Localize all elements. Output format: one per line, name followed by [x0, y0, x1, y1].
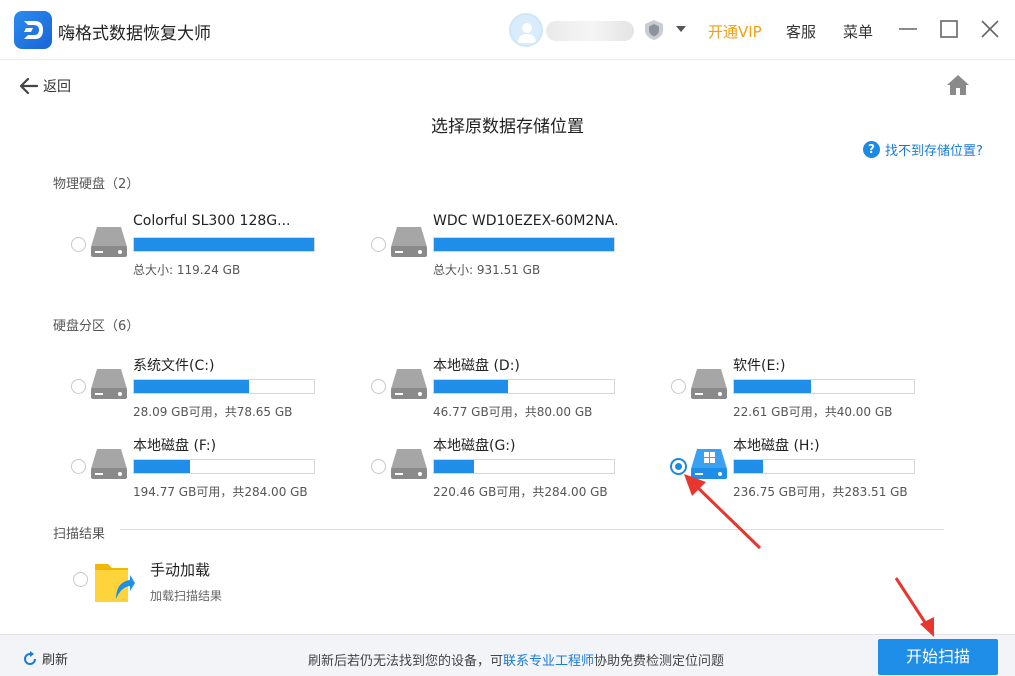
disk-radio[interactable] [371, 379, 386, 394]
hard-drive-icon [89, 367, 129, 401]
disk-capacity-info: 194.77 GB可用，共284.00 GB [133, 485, 308, 499]
scan-results-label: 扫描结果 [53, 527, 106, 542]
hard-drive-icon [389, 447, 429, 481]
disk-capacity-info: 总大小: 119.24 GB [133, 263, 241, 277]
disk-item[interactable]: 本地磁盘 (F:) 194.77 GB可用，共284.00 GB [71, 435, 361, 505]
disk-radio[interactable] [670, 458, 687, 475]
disk-usage-fill [734, 460, 763, 473]
physical-disks-label: 物理硬盘（2） [53, 177, 140, 192]
help-link-label: 找不到存储位置? [885, 143, 983, 159]
disk-name: 系统文件(C:) [133, 358, 215, 374]
hard-drive-icon [389, 367, 429, 401]
disk-radio[interactable] [71, 379, 86, 394]
disk-usage-fill [134, 380, 250, 393]
app-title: 嗨格式数据恢复大师 [58, 24, 211, 44]
disk-usage-fill [734, 380, 812, 393]
disk-item[interactable]: 本地磁盘 (H:) 236.75 GB可用，共283.51 GB [670, 435, 961, 505]
back-button[interactable]: 返回 [20, 76, 71, 96]
refresh-label: 刷新 [42, 653, 69, 668]
disk-usage-bar [433, 379, 615, 394]
disk-usage-fill [434, 460, 474, 473]
close-icon[interactable] [979, 18, 1001, 40]
disk-name: 本地磁盘 (F:) [133, 438, 217, 454]
annotation-arrow-start [894, 577, 934, 637]
refresh-button[interactable]: 刷新 [22, 649, 68, 668]
footer-note: 刷新后若仍无法找到您的设备，可联系专业工程师协助免费检测定位问题 [308, 650, 724, 669]
section-divider [120, 529, 944, 530]
disk-item[interactable]: 本地磁盘(G:) 220.46 GB可用，共284.00 GB [371, 435, 661, 505]
contact-engineer-link[interactable]: 联系专业工程师 [503, 654, 594, 669]
manual-load-radio[interactable] [73, 572, 88, 587]
disk-usage-bar [733, 459, 915, 474]
back-label: 返回 [43, 79, 71, 95]
disk-name: WDC WD10EZEX-60M2NA. [433, 213, 619, 229]
windows-drive-icon [689, 447, 729, 481]
disk-radio[interactable] [71, 459, 86, 474]
user-dropdown-chevron-icon[interactable] [676, 26, 686, 32]
menu-link[interactable]: 菜单 [843, 21, 873, 42]
disk-name: 软件(E:) [733, 358, 786, 374]
help-link[interactable]: ? 找不到存储位置? [863, 139, 983, 159]
disk-usage-fill [434, 380, 508, 393]
footer-note-prefix: 刷新后若仍无法找到您的设备，可 [308, 654, 504, 669]
disk-radio[interactable] [371, 459, 386, 474]
question-icon: ? [863, 140, 880, 158]
disk-name: 本地磁盘 (D:) [433, 358, 520, 374]
disk-capacity-info: 236.75 GB可用，共283.51 GB [733, 485, 908, 499]
disk-usage-bar [133, 379, 315, 394]
disk-radio[interactable] [71, 237, 86, 252]
refresh-icon [24, 650, 36, 665]
customer-service-link[interactable]: 客服 [786, 21, 816, 42]
hard-drive-icon [389, 225, 429, 259]
disk-usage-bar [433, 459, 615, 474]
disk-usage-bar [133, 459, 315, 474]
vip-shield-icon [645, 20, 663, 40]
home-icon[interactable] [946, 74, 970, 96]
disk-capacity-info: 22.61 GB可用，共40.00 GB [733, 405, 893, 419]
maximize-icon[interactable] [938, 18, 960, 40]
hard-drive-icon [89, 447, 129, 481]
user-avatar[interactable] [509, 13, 543, 47]
disk-usage-fill [134, 238, 314, 251]
disk-item[interactable]: 系统文件(C:) 28.09 GB可用，共78.65 GB [71, 355, 361, 425]
minimize-icon[interactable] [897, 18, 919, 40]
start-scan-button[interactable]: 开始扫描 [878, 639, 998, 675]
page-title: 选择原数据存储位置 [431, 117, 584, 137]
manual-load-title[interactable]: 手动加载 [150, 559, 210, 580]
disk-capacity-info: 28.09 GB可用，共78.65 GB [133, 405, 293, 419]
disk-usage-bar [733, 379, 915, 394]
user-name-blurred [546, 21, 634, 41]
disk-usage-fill [134, 460, 190, 473]
footer-note-suffix: 协助免费检测定位问题 [594, 654, 725, 669]
disk-item[interactable]: WDC WD10EZEX-60M2NA. 总大小: 931.51 GB [371, 213, 661, 283]
disk-item[interactable]: 本地磁盘 (D:) 46.77 GB可用，共80.00 GB [371, 355, 661, 425]
title-bar: 嗨格式数据恢复大师 开通VIP 客服 菜单 [0, 0, 1015, 60]
disk-capacity-info: 总大小: 931.51 GB [433, 263, 541, 277]
disk-name: 本地磁盘 (H:) [733, 438, 820, 454]
app-logo-icon [14, 11, 52, 49]
open-vip-link[interactable]: 开通VIP [708, 21, 762, 42]
disk-name: Colorful SL300 128G... [133, 213, 291, 229]
disk-usage-fill [434, 238, 614, 251]
partitions-label: 硬盘分区（6） [53, 319, 140, 334]
disk-item[interactable]: Colorful SL300 128G... 总大小: 119.24 GB [71, 213, 361, 283]
hard-drive-icon [689, 367, 729, 401]
footer-bar: 刷新 刷新后若仍无法找到您的设备，可联系专业工程师协助免费检测定位问题 [0, 634, 1015, 676]
disk-capacity-info: 46.77 GB可用，共80.00 GB [433, 405, 593, 419]
folder-load-icon[interactable] [94, 558, 136, 604]
disk-capacity-info: 220.46 GB可用，共284.00 GB [433, 485, 608, 499]
manual-load-subtitle: 加载扫描结果 [150, 589, 223, 603]
disk-item[interactable]: 软件(E:) 22.61 GB可用，共40.00 GB [671, 355, 961, 425]
arrow-left-icon [20, 78, 38, 94]
disk-radio[interactable] [371, 237, 386, 252]
hard-drive-icon [89, 225, 129, 259]
disk-usage-bar [133, 237, 315, 252]
disk-name: 本地磁盘(G:) [433, 438, 516, 454]
disk-usage-bar [433, 237, 615, 252]
disk-radio[interactable] [671, 379, 686, 394]
